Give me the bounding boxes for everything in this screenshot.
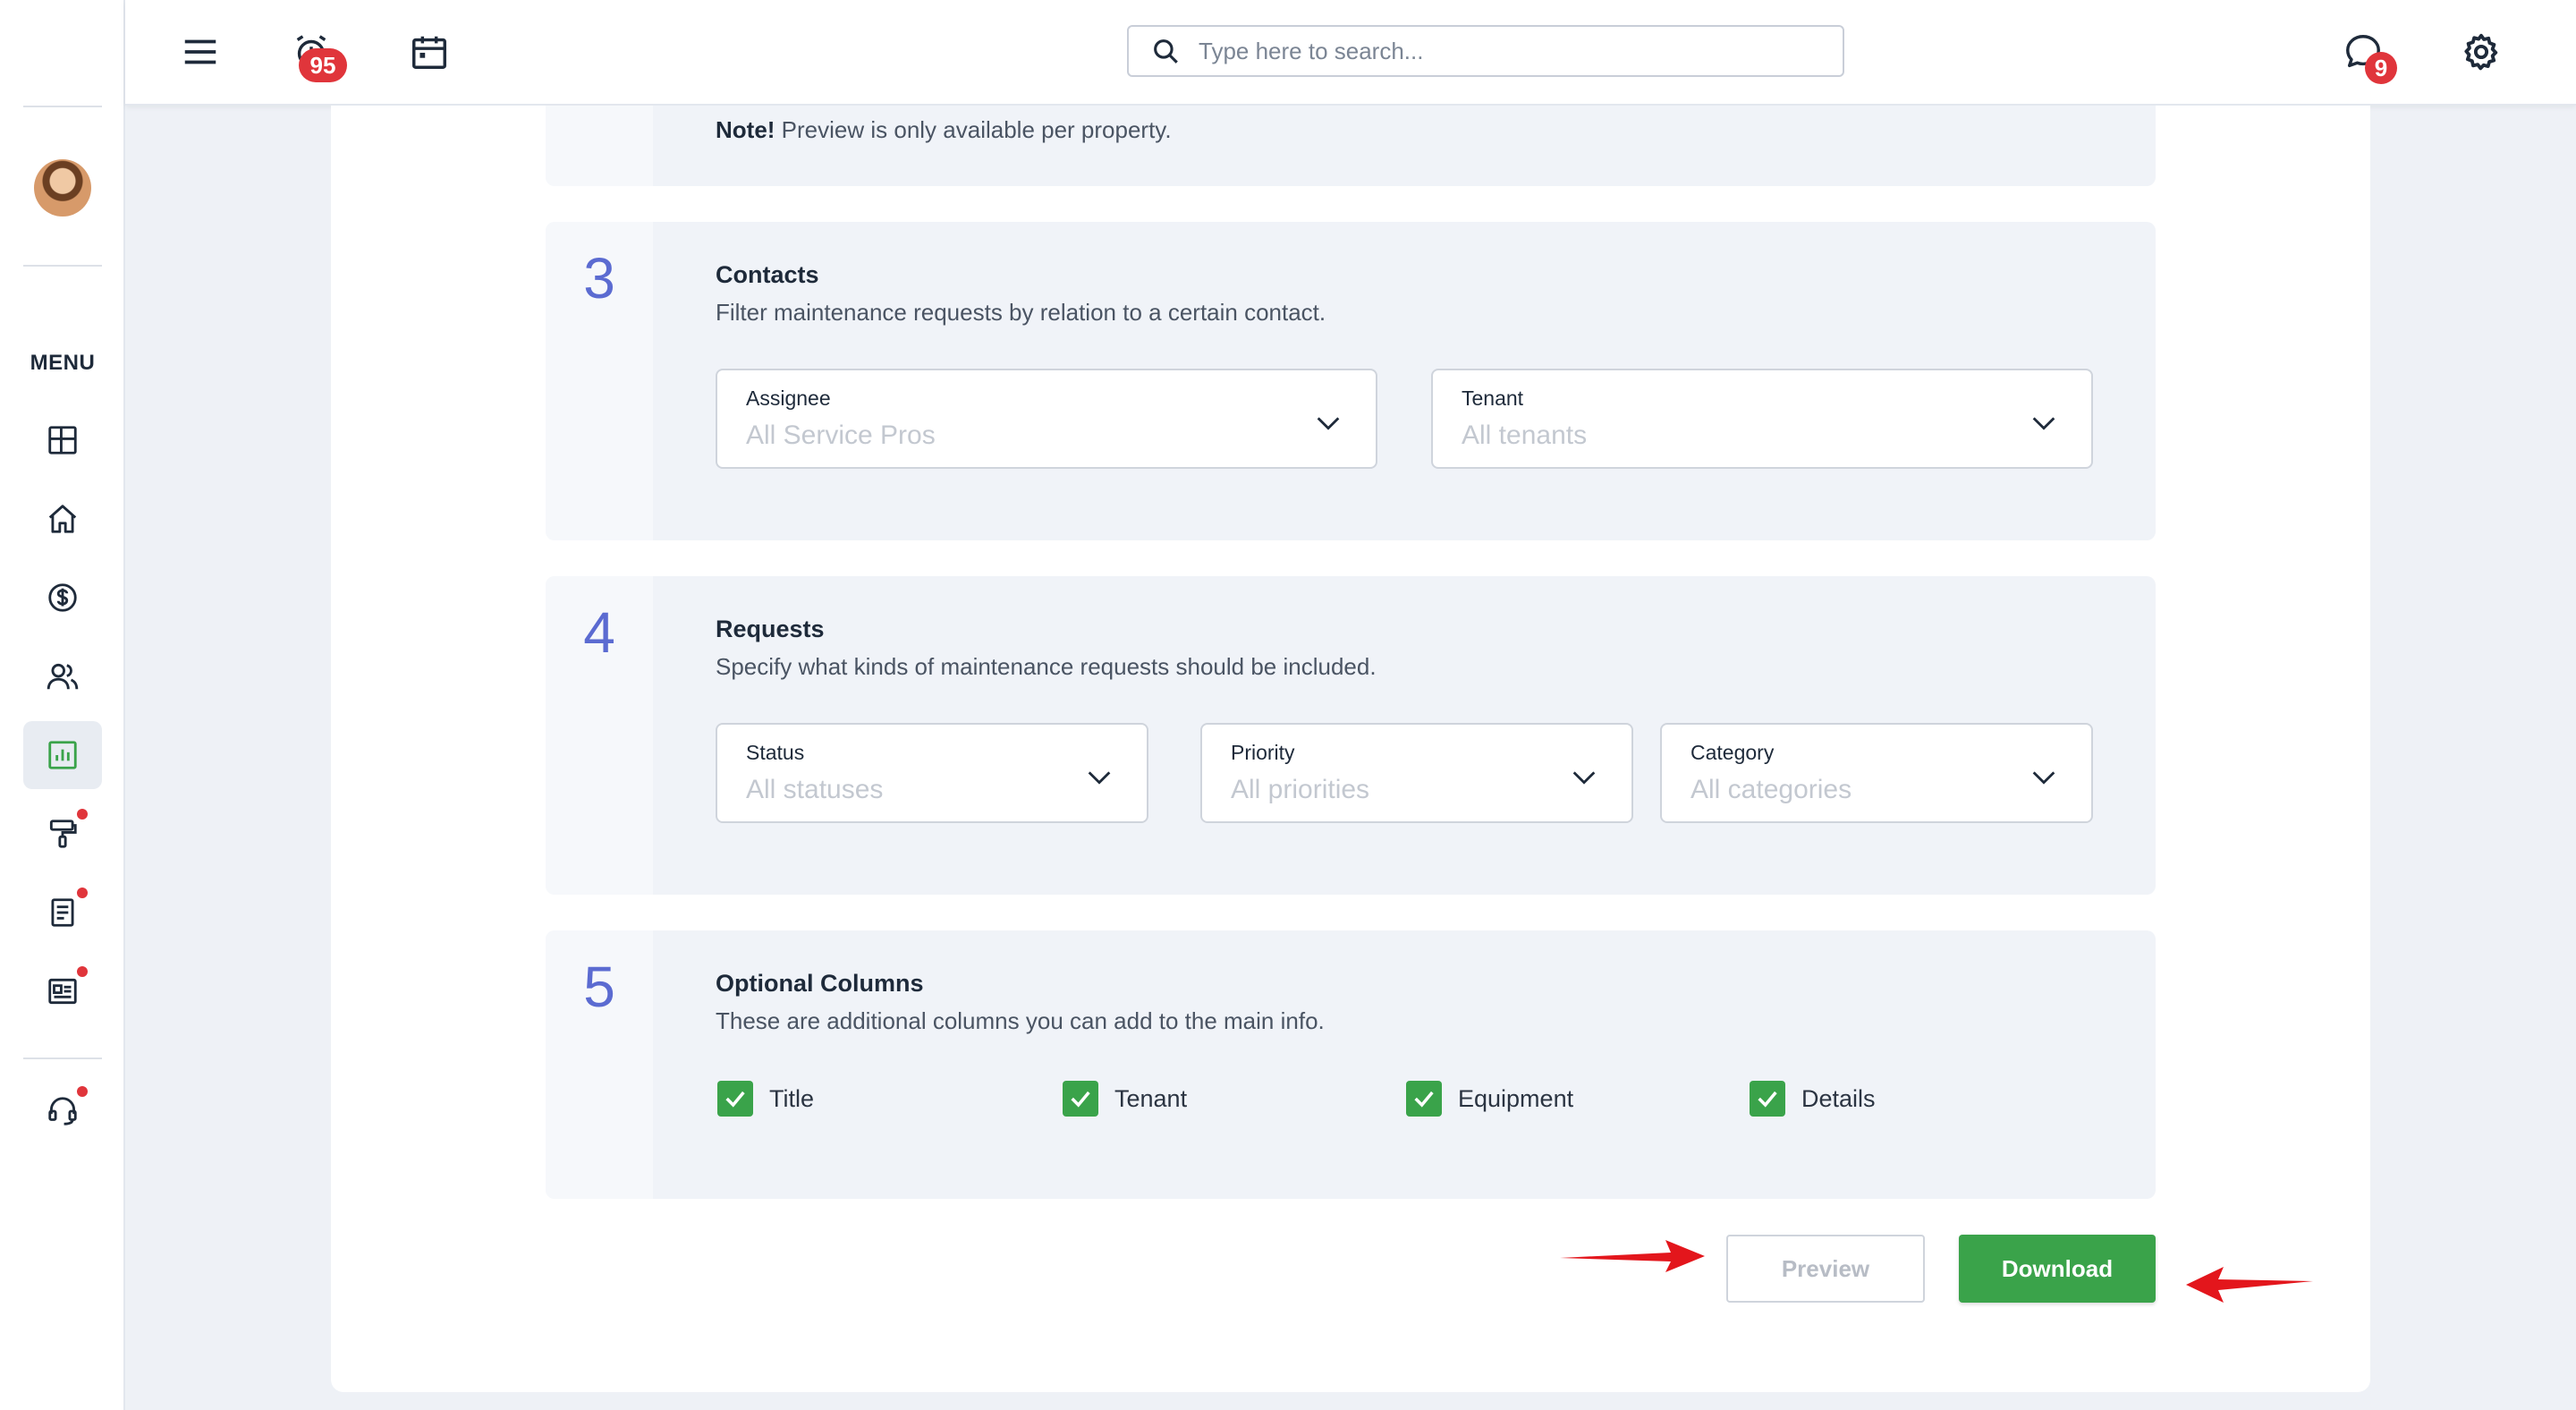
checkmark-icon [725,1091,745,1108]
checkmark-icon [1071,1091,1090,1108]
section-number: 3 [583,246,615,310]
newspaper-icon [48,978,77,1005]
status-select[interactable]: Status All statuses [716,723,1148,823]
settings-button[interactable] [2456,27,2506,77]
search-bar[interactable] [1127,25,1844,77]
section-title: Contacts [716,261,819,288]
menu-label: MENU [30,351,96,375]
chat-badge: 9 [2365,52,2397,84]
column-checkbox-title[interactable]: Title [717,1081,814,1117]
sidebar-item-home[interactable] [23,485,102,553]
sidebar-divider [23,106,102,107]
preview-note: Note! Preview is only available per prop… [716,116,1172,143]
search-input[interactable] [1199,37,1825,65]
hamburger-icon [184,39,216,64]
chevron-down-icon [2032,771,2055,785]
section-contacts: 3 Contacts Filter maintenance requests b… [546,222,2156,540]
checkbox[interactable] [1406,1081,1442,1117]
topbar: 95 9 [125,0,2576,106]
category-select[interactable]: Category All categories [1660,723,2093,823]
sidebar-item-support[interactable] [23,1077,102,1145]
alarm-badge: 95 [299,48,347,82]
chevron-down-icon [2032,417,2055,430]
column-checkbox-equipment[interactable]: Equipment [1406,1081,1573,1117]
sidebar: MENU [0,0,125,1410]
avatar[interactable] [34,159,91,217]
column-checkbox-tenant[interactable]: Tenant [1063,1081,1187,1117]
section-description: Filter maintenance requests by relation … [716,299,1326,326]
section-number: 5 [583,955,615,1019]
document-icon [51,898,74,927]
tenant-select[interactable]: Tenant All tenants [1431,369,2093,469]
annotation-arrow-left-icon [2186,1267,2313,1303]
column-checkbox-details[interactable]: Details [1750,1081,1876,1117]
reports-icon [48,741,77,769]
chevron-down-icon [1088,771,1111,785]
sidebar-item-maintenance[interactable] [23,800,102,868]
dollar-icon [48,583,77,612]
users-icon [47,663,79,690]
sidebar-item-accounting[interactable] [23,564,102,632]
preview-button[interactable]: Preview [1726,1235,1925,1303]
section-number: 4 [583,600,615,665]
notification-dot [77,809,88,820]
section-requests: 4 Requests Specify what kinds of mainten… [546,576,2156,895]
section-description: Specify what kinds of maintenance reques… [716,653,1377,680]
sidebar-divider [23,265,102,267]
maintenance-icon [49,820,77,848]
checkbox[interactable] [717,1081,753,1117]
section-title: Requests [716,616,825,642]
sidebar-item-dashboard[interactable] [23,406,102,474]
section-title: Optional Columns [716,970,924,997]
chevron-down-icon [1572,771,1596,785]
calendar-icon [412,36,446,69]
chevron-down-icon [1317,417,1340,430]
notification-dot [77,888,88,898]
checkmark-icon [1414,1091,1434,1108]
notification-dot [77,966,88,977]
section-description: These are additional columns you can add… [716,1007,1325,1034]
search-icon [1154,39,1178,64]
notification-dot [77,1086,88,1097]
calendar-button[interactable] [404,27,454,77]
sidebar-item-contacts[interactable] [23,642,102,710]
gear-icon [2464,33,2498,71]
home-icon [48,505,77,533]
sidebar-item-announcements[interactable] [23,957,102,1025]
checkbox[interactable] [1750,1081,1785,1117]
dashboard-icon [48,426,77,454]
priority-select[interactable]: Priority All priorities [1200,723,1633,823]
checkmark-icon [1758,1091,1777,1108]
checkbox[interactable] [1063,1081,1098,1117]
support-icon [48,1097,77,1125]
download-button[interactable]: Download [1959,1235,2156,1303]
sidebar-divider [23,1058,102,1059]
assignee-select[interactable]: Assignee All Service Pros [716,369,1377,469]
annotation-arrow-right-icon [1560,1240,1705,1272]
sidebar-item-documents[interactable] [23,879,102,947]
sidebar-item-reports[interactable] [23,721,102,789]
section-optional-columns: 5 Optional Columns These are additional … [546,930,2156,1199]
hamburger-menu-button[interactable] [175,27,225,77]
